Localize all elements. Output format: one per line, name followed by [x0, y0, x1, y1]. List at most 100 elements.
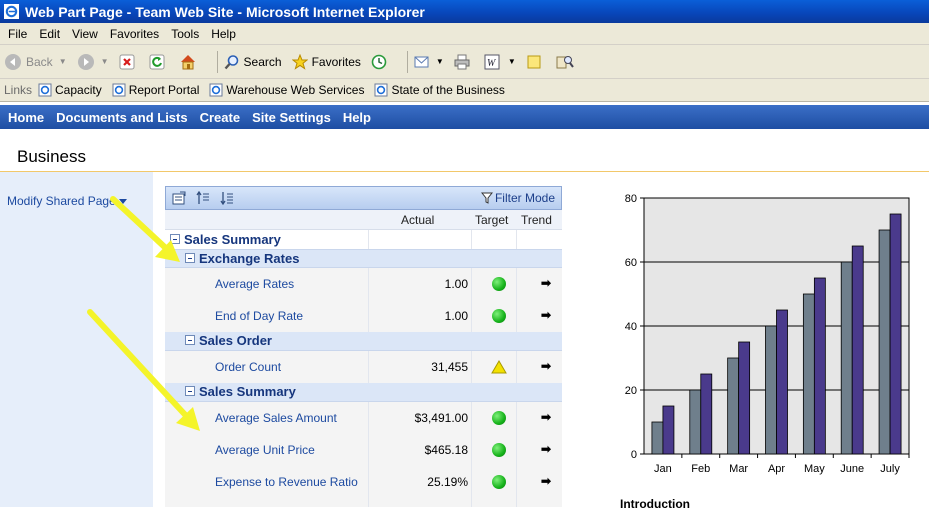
table-row[interactable]: Average Rates 1.00 ➡ [165, 268, 562, 300]
nav-help[interactable]: Help [343, 110, 371, 125]
column-divider [516, 351, 517, 383]
bar [851, 245, 864, 455]
edit-button[interactable]: W ▼ [484, 54, 516, 70]
forward-dropdown-icon[interactable]: ▼ [101, 57, 109, 66]
column-divider [368, 230, 369, 249]
refresh-icon [149, 54, 165, 69]
dropdown-caret-icon [118, 198, 127, 204]
search-button[interactable]: Search [224, 54, 282, 70]
table-row[interactable]: End of Day Rate 1.00 ➡ [165, 300, 562, 332]
collapse-toggle-icon[interactable] [185, 386, 195, 396]
forward-button[interactable]: ▼ [77, 53, 109, 71]
table-row[interactable]: Average Unit Price $465.18 ➡ [165, 434, 562, 466]
menu-file[interactable]: File [2, 27, 33, 41]
table-row[interactable]: Average Sales Amount $3,491.00 ➡ [165, 402, 562, 434]
window-title: Web Part Page - Team Web Site - Microsof… [25, 3, 425, 20]
kpi-label[interactable]: Average Sales Amount [215, 411, 337, 425]
back-dropdown-icon[interactable]: ▼ [59, 57, 67, 66]
research-button[interactable] [556, 54, 578, 70]
home-icon [180, 54, 195, 69]
toolbar-separator [216, 50, 218, 73]
filter-mode-button[interactable]: Filter Mode [480, 191, 555, 205]
discuss-button[interactable] [526, 54, 546, 70]
status-green-indicator [492, 443, 506, 457]
home-button[interactable] [179, 53, 201, 71]
group-label: Exchange Rates [199, 251, 300, 266]
kpi-label[interactable]: End of Day Rate [215, 309, 303, 323]
trend-arrow-icon: ➡ [541, 442, 552, 456]
link-report-portal[interactable]: Report Portal [112, 83, 200, 97]
link-warehouse-web-services[interactable]: Warehouse Web Services [209, 83, 364, 97]
column-divider [368, 402, 369, 434]
group-label: Sales Summary [184, 232, 281, 247]
link-capacity[interactable]: Capacity [38, 83, 102, 97]
refresh-button[interactable] [149, 54, 169, 70]
mail-dropdown-icon[interactable]: ▼ [436, 57, 444, 66]
group-row[interactable]: Sales Summary [165, 230, 562, 250]
links-label: Links [4, 83, 33, 97]
x-tick-label: Feb [691, 463, 710, 475]
mail-button[interactable]: ▼ [414, 54, 444, 70]
menu-edit[interactable]: Edit [33, 27, 66, 41]
column-divider [471, 351, 472, 383]
link-report-portal-label: Report Portal [128, 83, 200, 97]
x-tick-label: Jan [654, 463, 672, 475]
kpi-actual-value: 25.19% [427, 475, 468, 489]
left-panel [0, 172, 153, 507]
group-label: Sales Order [199, 333, 272, 348]
top-navigation: Home Documents and Lists Create Site Set… [0, 105, 929, 129]
favorites-button[interactable]: Favorites [291, 53, 361, 70]
table-row[interactable]: Expense to Revenue Ratio 25.19% ➡ [165, 466, 562, 507]
menu-favorites[interactable]: Favorites [104, 27, 165, 41]
back-button[interactable]: Back ▼ [4, 53, 67, 71]
column-actual: Actual [401, 213, 435, 227]
bar [776, 309, 788, 455]
nav-documents-and-lists[interactable]: Documents and Lists [56, 110, 187, 125]
filter-mode-label: Filter Mode [494, 191, 555, 205]
menu-view[interactable]: View [66, 27, 104, 41]
printer-icon [454, 54, 470, 69]
ie-page-icon [374, 83, 388, 97]
edit-dropdown-icon[interactable]: ▼ [508, 57, 516, 66]
column-divider [368, 434, 369, 466]
window-title-bar: Web Part Page - Team Web Site - Microsof… [0, 0, 929, 23]
modify-shared-page-menu[interactable]: Modify Shared Page [7, 194, 127, 208]
collapse-all-icon[interactable] [220, 191, 234, 205]
history-button[interactable] [371, 54, 391, 70]
links-bar: Links Capacity Report Portal Warehouse W… [0, 79, 929, 102]
bar [813, 277, 826, 455]
menu-tools[interactable]: Tools [165, 27, 205, 41]
stop-button[interactable] [119, 54, 139, 70]
group-row[interactable]: Sales Order [165, 332, 562, 351]
menu-help[interactable]: Help [205, 27, 242, 41]
modify-shared-page-label: Modify Shared Page [7, 194, 116, 208]
print-button[interactable] [454, 54, 474, 70]
column-divider [368, 300, 369, 332]
expand-all-icon[interactable] [196, 191, 210, 205]
kpi-label[interactable]: Order Count [215, 360, 281, 374]
collapse-toggle-icon[interactable] [185, 253, 195, 263]
collapse-toggle-icon[interactable] [170, 234, 180, 244]
group-row[interactable]: Sales Summary [165, 383, 562, 402]
group-label: Sales Summary [199, 384, 296, 399]
bar [802, 293, 815, 455]
nav-create[interactable]: Create [200, 110, 240, 125]
group-row[interactable]: Exchange Rates [165, 250, 562, 268]
kpi-label[interactable]: Average Unit Price [215, 443, 315, 457]
kpi-label[interactable]: Average Rates [215, 277, 294, 291]
link-state-of-the-business[interactable]: State of the Business [374, 83, 505, 97]
research-icon [556, 55, 574, 68]
export-icon[interactable] [172, 191, 186, 205]
link-capacity-label: Capacity [55, 83, 102, 97]
nav-site-settings[interactable]: Site Settings [252, 110, 331, 125]
note-icon [527, 55, 541, 68]
kpi-label[interactable]: Expense to Revenue Ratio [215, 475, 358, 489]
table-row[interactable]: Order Count 31,455 ➡ [165, 351, 562, 383]
nav-home[interactable]: Home [8, 110, 44, 125]
bar [700, 373, 713, 455]
menu-bar: File Edit View Favorites Tools Help [0, 23, 929, 45]
collapse-toggle-icon[interactable] [185, 335, 195, 345]
column-divider [516, 268, 517, 300]
column-divider [471, 402, 472, 434]
scorecard-header-row: Actual Target Trend [165, 210, 562, 230]
